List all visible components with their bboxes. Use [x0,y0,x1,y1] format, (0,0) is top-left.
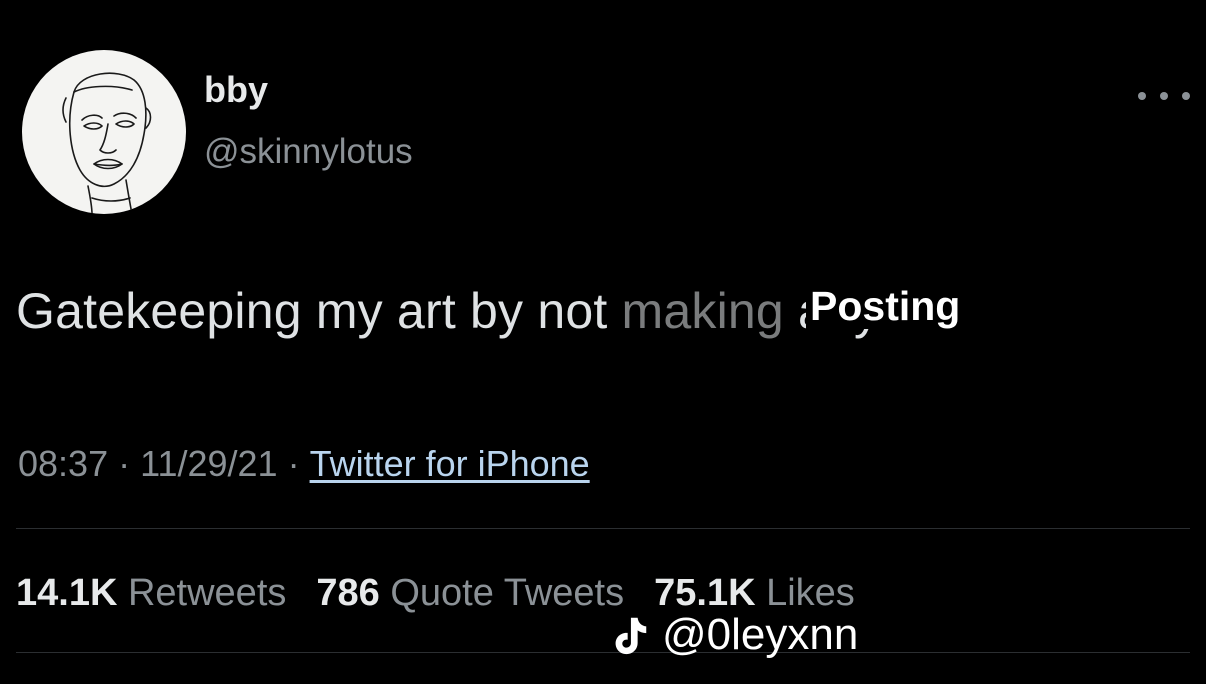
tiktok-icon [615,617,647,655]
quote-tweets-stat[interactable]: 786 Quote Tweets [316,574,624,612]
more-dot [1160,92,1168,100]
tweet-text: Gatekeeping my art by not making any [16,284,879,339]
likes-count: 75.1K [654,572,756,614]
engagement-stats: 14.1K Retweets 786 Quote Tweets 75.1K Li… [16,574,855,612]
face-sketch-icon [62,72,152,214]
user-handle[interactable]: @skinnylotus [204,134,413,169]
tweet-text-hidden-word: making [621,283,784,339]
source-link[interactable]: Twitter for iPhone [310,443,590,484]
tweet-date: 11/29/21 [140,443,278,484]
separator: · [118,443,131,484]
more-dot [1182,92,1190,100]
divider [16,528,1190,529]
tweet-time: 08:37 [18,443,109,484]
likes-stat[interactable]: 75.1K Likes [654,574,855,612]
separator: · [287,443,300,484]
tweet-text-start: Gatekeeping my art by not [16,283,622,339]
quote-tweets-label: Quote Tweets [390,572,625,614]
display-name[interactable]: bby [204,72,268,108]
tiktok-watermark: @0leyxnn [606,612,858,658]
more-dot [1138,92,1146,100]
retweets-label: Retweets [127,572,287,614]
divider [16,652,1190,653]
tweet-metadata: 08:37 · 11/29/21 · Twitter for iPhone [18,446,590,482]
avatar[interactable] [22,50,186,214]
more-options-icon[interactable] [1138,84,1190,108]
overlay-caption-word: Posting [806,283,965,330]
watermark-handle: @0leyxnn [662,610,859,659]
likes-label: Likes [766,572,855,614]
retweets-stat[interactable]: 14.1K Retweets [16,574,286,612]
retweets-count: 14.1K [16,572,118,614]
quote-tweets-count: 786 [316,572,380,614]
